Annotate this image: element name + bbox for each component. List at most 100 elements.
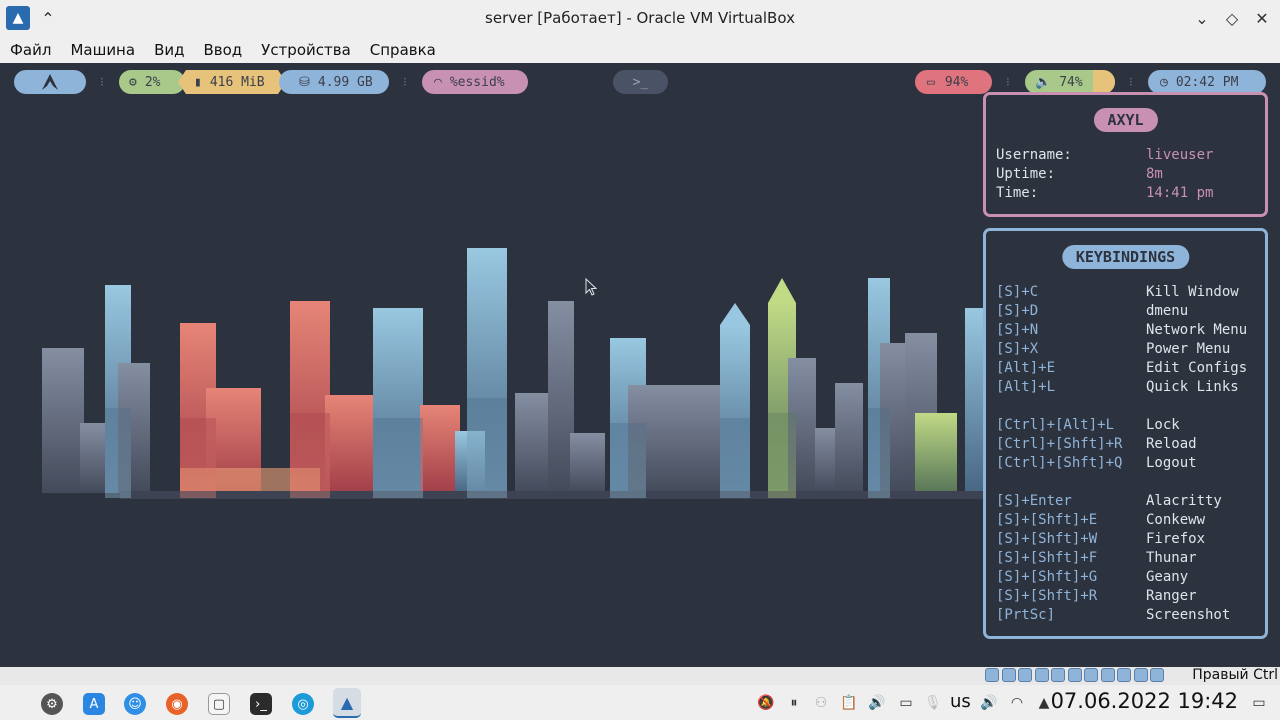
- menu-help[interactable]: Справка: [370, 41, 436, 59]
- speaker-icon[interactable]: 🔊: [868, 694, 886, 712]
- window-titlebar: ▲ ⌃ server [Работает] - Oracle VM Virtua…: [0, 0, 1280, 36]
- host-key-label: Правый Ctrl: [1192, 667, 1278, 683]
- info-row: Username: liveuser: [996, 147, 1256, 166]
- device-indicator-icons: [985, 668, 1167, 682]
- keybinding-shortcut: [S]+C: [996, 284, 1039, 300]
- memory-icon: ▮: [194, 74, 202, 90]
- apple-menu-icon[interactable]: [7, 693, 29, 715]
- disk-icon: ⛁: [299, 74, 310, 90]
- notifications-off-icon[interactable]: 🔕: [757, 694, 775, 712]
- shared-folders-icon[interactable]: [1067, 668, 1082, 682]
- keybinding-action: dmenu: [1146, 303, 1189, 319]
- host-taskbar: ⚙ A ☺ ◉ ▢ ›_ ◎ ▲ 🔕 ⏸ ⚇ 📋 🔊 ▭ 🎙 us 🔊 ◠ ▲ …: [0, 685, 1280, 720]
- keybinding-row: [S]+[Shft]+W Firefox: [996, 531, 1256, 550]
- clock-icon: ◷: [1160, 74, 1168, 90]
- keybinding-shortcut: [S]+[Shft]+E: [996, 512, 1098, 528]
- taskbar-clock[interactable]: 07.06.2022 19:42: [1051, 689, 1238, 713]
- settings-icon[interactable]: ⚙: [41, 693, 63, 715]
- username-label: Username:: [996, 147, 1072, 163]
- cpu-indicator-icon[interactable]: [1117, 668, 1131, 682]
- keyboard-capture-icon[interactable]: [1150, 668, 1164, 682]
- display-icon[interactable]: [1084, 668, 1098, 682]
- file-manager-icon[interactable]: ▢: [208, 693, 230, 715]
- close-button[interactable]: ✕: [1252, 8, 1272, 28]
- keybinding-action: Conkeww: [1146, 512, 1206, 528]
- menu-machine[interactable]: Машина: [70, 41, 135, 59]
- separator: ⁝: [1006, 75, 1010, 89]
- volume-tray-icon[interactable]: 🔊: [980, 694, 998, 712]
- keybinding-action: Firefox: [1146, 531, 1206, 547]
- hard-disk-icon[interactable]: [985, 668, 999, 682]
- keybinding-shortcut: [S]+N: [996, 322, 1039, 338]
- keybinding-row: [S]+[Shft]+G Geany: [996, 569, 1256, 588]
- optical-drive-icon[interactable]: [1001, 668, 1016, 682]
- recording-icon[interactable]: [1100, 668, 1115, 682]
- keybinding-action: Alacritty: [1146, 493, 1222, 509]
- app-store-icon[interactable]: A: [83, 693, 105, 715]
- usb-icon[interactable]: [1051, 668, 1065, 682]
- keybinding-row: [Ctrl]+[Alt]+L Lock: [996, 417, 1256, 436]
- cpu-icon: ⚙: [129, 74, 137, 90]
- network-icon[interactable]: [1034, 668, 1049, 682]
- keybinding-row: [PrtSc] Screenshot: [996, 607, 1256, 626]
- minimize-button[interactable]: ⌄: [1192, 8, 1212, 28]
- show-desktop-icon[interactable]: ▭: [1250, 694, 1268, 712]
- mouse-integration-icon[interactable]: [1133, 668, 1148, 682]
- volume-widget[interactable]: 🔈 74%: [1025, 70, 1115, 94]
- mouse-cursor-icon: [585, 278, 597, 296]
- user-icon[interactable]: ⚇: [812, 694, 830, 712]
- keybinding-shortcut: [Ctrl]+[Shft]+R: [996, 436, 1123, 452]
- keybindings-title: KEYBINDINGS: [1061, 245, 1190, 269]
- menu-devices[interactable]: Устройства: [261, 41, 351, 59]
- audio-icon[interactable]: [1018, 668, 1032, 682]
- keybinding-row: [Alt]+E Edit Configs: [996, 360, 1256, 379]
- disk-usage: 4.99 GB: [317, 74, 373, 90]
- keyboard-layout[interactable]: us: [950, 691, 971, 712]
- keybinding-row: [S]+[Shft]+E Conkeww: [996, 512, 1256, 531]
- battery-level: 94%: [944, 74, 969, 90]
- firefox-icon[interactable]: ◉: [166, 693, 188, 715]
- terminal-app-icon[interactable]: ›_: [250, 693, 272, 715]
- keybinding-action: Quick Links: [1146, 379, 1239, 395]
- storage-icon[interactable]: ▭: [897, 694, 915, 712]
- terminal-button[interactable]: >_: [613, 70, 668, 94]
- keybinding-row: [S]+N Network Menu: [996, 322, 1256, 341]
- keybinding-action: Lock: [1146, 417, 1180, 433]
- menu-input[interactable]: Ввод: [203, 41, 242, 59]
- keybinding-action: Reload: [1146, 436, 1197, 452]
- keybinding-action: Network Menu: [1146, 322, 1248, 338]
- network-widget[interactable]: ◠ %essid%: [422, 70, 528, 94]
- microphone-icon[interactable]: 🎙: [924, 694, 942, 712]
- menu-view[interactable]: Вид: [154, 41, 184, 59]
- vm-display[interactable]: ⁝ ⚙ 2% ▮ 416 MiB ⛁ 4.99 GB ⁝ ◠ %essid% >…: [0, 63, 1280, 667]
- clock-time: 02:42 PM: [1175, 74, 1239, 90]
- keybinding-shortcut: [Ctrl]+[Shft]+Q: [996, 455, 1123, 471]
- clipboard-icon[interactable]: 📋: [840, 694, 858, 712]
- keep-above-icon[interactable]: ⌃: [38, 8, 58, 28]
- virtualbox-taskbar-icon[interactable]: ▲: [333, 688, 361, 718]
- keybinding-row: [Ctrl]+[Shft]+Q Logout: [996, 455, 1256, 474]
- keybinding-row: [S]+X Power Menu: [996, 341, 1256, 360]
- keybinding-action: Geany: [1146, 569, 1189, 585]
- pause-icon[interactable]: ⏸: [785, 694, 803, 712]
- city-skyline-wallpaper: [42, 248, 985, 499]
- username-value: liveuser: [1146, 147, 1214, 163]
- keybinding-shortcut: [S]+X: [996, 341, 1039, 357]
- virtualbox-app-icon[interactable]: ▲: [6, 6, 30, 30]
- wifi-icon: ◠: [434, 74, 442, 90]
- memory-usage: 416 MiB: [209, 74, 265, 90]
- launcher-button[interactable]: [14, 70, 86, 94]
- axyl-title: AXYL: [1093, 108, 1158, 132]
- menu-file[interactable]: Файл: [10, 41, 51, 59]
- disk-widget: ⛁ 4.99 GB: [279, 70, 389, 94]
- cpu-widget: ⚙ 2%: [119, 70, 185, 94]
- info-row: Time: 14:41 pm: [996, 185, 1256, 204]
- keybinding-action: Ranger: [1146, 588, 1197, 604]
- clock-widget: ◷ 02:42 PM: [1148, 70, 1266, 94]
- browser-icon[interactable]: ◎: [292, 693, 314, 715]
- finder-icon[interactable]: ☺: [124, 693, 146, 715]
- maximize-button[interactable]: ◇: [1222, 8, 1242, 28]
- wifi-tray-icon[interactable]: ◠: [1008, 694, 1026, 712]
- keybinding-shortcut: [S]+D: [996, 303, 1039, 319]
- memory-widget: ▮ 416 MiB: [178, 70, 286, 94]
